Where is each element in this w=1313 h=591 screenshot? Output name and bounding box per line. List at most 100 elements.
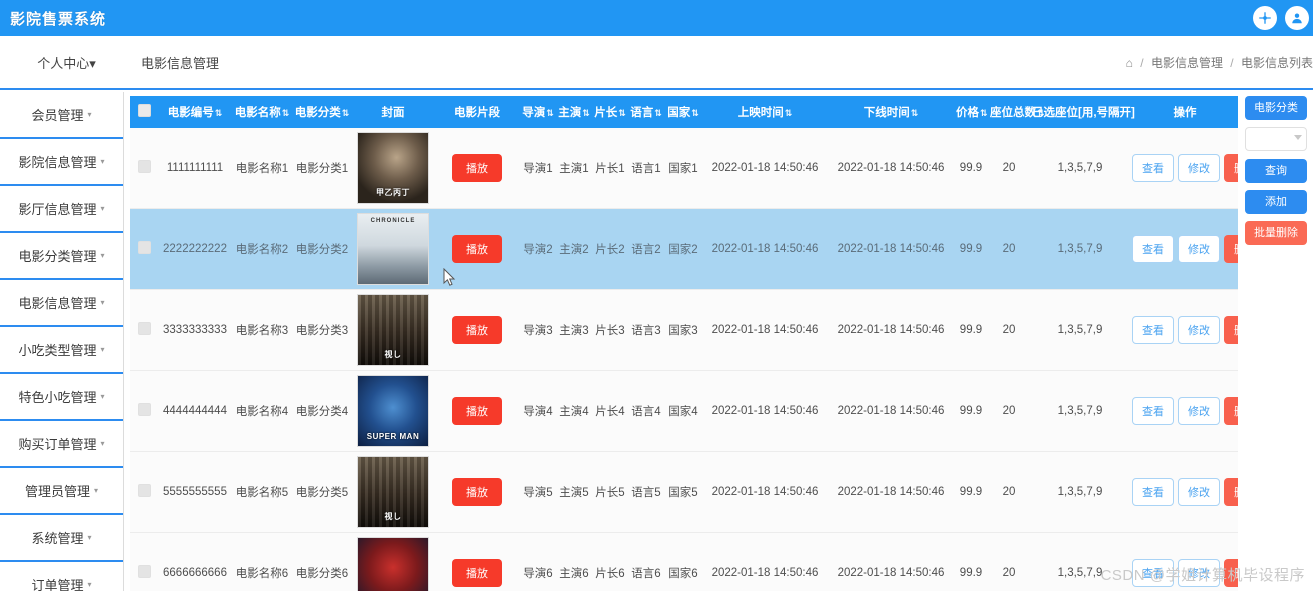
sort-icon[interactable]: ⇅: [980, 108, 988, 118]
column-header-9[interactable]: 语言⇅: [628, 96, 664, 128]
row-checkbox[interactable]: [130, 451, 158, 533]
movie-poster-image[interactable]: 超凡蜘蛛侠: [357, 537, 429, 591]
column-header-12[interactable]: 下线时间⇅: [828, 96, 954, 128]
column-header-8[interactable]: 片长⇅: [592, 96, 628, 128]
delete-button[interactable]: 删除: [1224, 478, 1238, 506]
sort-icon[interactable]: ⇅: [215, 108, 223, 118]
sort-icon[interactable]: ⇅: [582, 108, 590, 118]
checkbox-icon[interactable]: [137, 484, 151, 497]
play-button[interactable]: 播放: [452, 478, 502, 506]
edit-button[interactable]: 修改: [1178, 154, 1220, 182]
movie-poster-image[interactable]: 视し: [357, 294, 429, 366]
checkbox-icon[interactable]: [137, 565, 151, 578]
row-checkbox[interactable]: [130, 128, 158, 209]
column-header-1[interactable]: 电影编号⇅: [158, 96, 232, 128]
sidebar-item-9[interactable]: 系统管理 ▾: [0, 515, 123, 562]
table-row[interactable]: 3333333333 电影名称3 电影分类3 视し 播放 导演3 主演3 片长3 语言3 国家3 2…: [130, 289, 1238, 371]
sort-icon[interactable]: ⇅: [618, 108, 626, 118]
edit-button[interactable]: 修改: [1178, 316, 1220, 344]
column-header-7[interactable]: 主演⇅: [556, 96, 592, 128]
view-button[interactable]: 查看: [1132, 235, 1174, 263]
sidebar-item-7[interactable]: 购买订单管理 ▾: [0, 421, 123, 468]
movie-poster-cell[interactable]: 视し: [352, 451, 434, 533]
delete-button[interactable]: 删除: [1224, 154, 1238, 182]
movie-poster-cell[interactable]: 超凡蜘蛛侠: [352, 532, 434, 591]
table-row[interactable]: 6666666666 电影名称6 电影分类6 超凡蜘蛛侠播放 导演6 主演6 片长6 语言6 国…: [130, 532, 1238, 591]
sort-icon[interactable]: ⇅: [691, 108, 699, 118]
row-checkbox[interactable]: [130, 289, 158, 371]
delete-button[interactable]: 删除: [1224, 316, 1238, 344]
column-header-2[interactable]: 电影名称⇅: [232, 96, 292, 128]
play-button[interactable]: 播放: [452, 154, 502, 182]
checkbox-icon[interactable]: [137, 160, 151, 173]
sidebar-item-5[interactable]: 小吃类型管理 ▾: [0, 327, 123, 374]
play-button[interactable]: 播放: [452, 559, 502, 587]
sort-icon[interactable]: ⇅: [282, 108, 290, 118]
sidebar-item-1[interactable]: 影院信息管理 ▾: [0, 139, 123, 186]
edit-button[interactable]: 修改: [1178, 478, 1220, 506]
user-account-icon[interactable]: [1285, 6, 1309, 30]
category-select[interactable]: [1245, 127, 1307, 151]
checkbox-icon[interactable]: [137, 322, 151, 335]
sidebar-item-0[interactable]: 会员管理 ▾: [0, 92, 123, 139]
breadcrumb-item-1[interactable]: 电影信息列表: [1241, 56, 1313, 70]
row-checkbox[interactable]: [130, 532, 158, 591]
table-row[interactable]: 4444444444 电影名称4 电影分类4 SUPER MAN 播放 导演4 主演4 片长4…: [130, 370, 1238, 452]
fullscreen-icon[interactable]: [1253, 6, 1277, 30]
column-header-3[interactable]: 电影分类⇅: [292, 96, 352, 128]
column-header-10[interactable]: 国家⇅: [664, 96, 702, 128]
column-header-11[interactable]: 上映时间⇅: [702, 96, 828, 128]
column-header-14[interactable]: 座位总数⇅: [988, 96, 1045, 128]
batch-delete-button[interactable]: 批量删除: [1245, 221, 1307, 245]
view-button[interactable]: 查看: [1132, 397, 1174, 425]
add-button[interactable]: 添加: [1245, 190, 1307, 214]
sort-icon[interactable]: ⇅: [911, 108, 919, 118]
movie-poster-image[interactable]: 甲乙丙丁: [357, 132, 429, 204]
play-button[interactable]: 播放: [452, 316, 502, 344]
movie-poster-image[interactable]: 视し: [357, 456, 429, 528]
sidebar-item-6[interactable]: 特色小吃管理 ▾: [0, 374, 123, 421]
column-header-13[interactable]: 价格⇅: [954, 96, 988, 128]
checkbox-icon[interactable]: [137, 104, 151, 117]
sidebar-item-4[interactable]: 电影信息管理 ▾: [0, 280, 123, 327]
delete-button[interactable]: 删除: [1224, 397, 1238, 425]
movie-category-button[interactable]: 电影分类: [1245, 96, 1307, 120]
table-row[interactable]: 2222222222 电影名称2 电影分类2 CHRONICLE 播放 导演2 主演2 片长2…: [130, 208, 1238, 290]
nav-user-center[interactable]: 个人中心▾: [0, 53, 133, 72]
edit-button[interactable]: 修改: [1178, 235, 1220, 263]
column-header-5: 电影片段: [434, 96, 520, 128]
breadcrumb-item-0[interactable]: 电影信息管理: [1151, 56, 1223, 70]
sort-icon[interactable]: ⇅: [342, 108, 350, 118]
movie-poster-image[interactable]: CHRONICLE: [357, 213, 429, 285]
view-button[interactable]: 查看: [1132, 154, 1174, 182]
delete-button[interactable]: 删除: [1224, 235, 1238, 263]
query-button[interactable]: 查询: [1245, 159, 1307, 183]
movie-poster-cell[interactable]: CHRONICLE: [352, 208, 434, 290]
row-checkbox[interactable]: [130, 208, 158, 290]
movie-poster-cell[interactable]: 甲乙丙丁: [352, 128, 434, 209]
sort-icon[interactable]: ⇅: [785, 108, 793, 118]
select-all-checkbox[interactable]: [130, 96, 158, 128]
sort-icon[interactable]: ⇅: [546, 108, 554, 118]
sort-icon[interactable]: ⇅: [1037, 108, 1045, 118]
table-row[interactable]: 5555555555 电影名称5 电影分类5 视し 播放 导演5 主演5 片长5 语言5 国家5 2…: [130, 451, 1238, 533]
edit-button[interactable]: 修改: [1178, 397, 1220, 425]
checkbox-icon[interactable]: [137, 403, 151, 416]
sort-icon[interactable]: ⇅: [654, 108, 662, 118]
sidebar-item-3[interactable]: 电影分类管理 ▾: [0, 233, 123, 280]
play-button[interactable]: 播放: [452, 235, 502, 263]
sidebar-item-10[interactable]: 订单管理 ▾: [0, 562, 123, 591]
table-row[interactable]: 1111111111 电影名称1 电影分类1 甲乙丙丁 播放 导演1 主演1 片长1 语言1 国家…: [130, 128, 1238, 209]
view-button[interactable]: 查看: [1132, 316, 1174, 344]
play-button[interactable]: 播放: [452, 397, 502, 425]
view-button[interactable]: 查看: [1132, 478, 1174, 506]
movie-poster-image[interactable]: SUPER MAN: [357, 375, 429, 447]
home-icon[interactable]: ⌂: [1126, 56, 1133, 70]
sidebar-item-2[interactable]: 影厅信息管理 ▾: [0, 186, 123, 233]
movie-poster-cell[interactable]: 视し: [352, 289, 434, 371]
column-header-6[interactable]: 导演⇅: [520, 96, 556, 128]
row-checkbox[interactable]: [130, 370, 158, 452]
sidebar-item-8[interactable]: 管理员管理 ▾: [0, 468, 123, 515]
movie-poster-cell[interactable]: SUPER MAN: [352, 370, 434, 452]
checkbox-icon[interactable]: [137, 241, 151, 254]
